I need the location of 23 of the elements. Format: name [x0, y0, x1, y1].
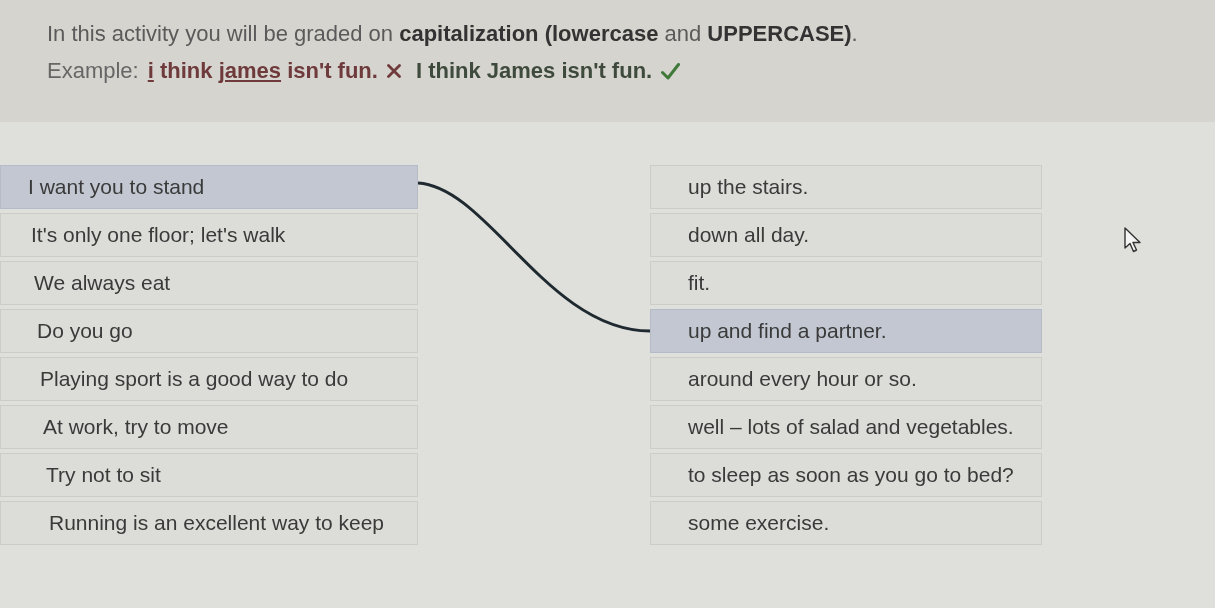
example-label: Example: [47, 58, 139, 84]
correct-example-sentence: I think James isn't fun. [415, 58, 653, 84]
left-match-item[interactable]: At work, try to move [0, 405, 418, 449]
right-match-item[interactable]: well – lots of salad and vegetables. [650, 405, 1042, 449]
right-match-item[interactable]: to sleep as soon as you go to bed? [650, 453, 1042, 497]
left-match-item[interactable]: Playing sport is a good way to do [0, 357, 418, 401]
cursor-icon [1124, 227, 1142, 253]
right-match-item[interactable]: around every hour or so. [650, 357, 1042, 401]
cross-icon [386, 64, 401, 78]
left-match-item[interactable]: It's only one floor; let's walk [0, 213, 418, 257]
wrong-example-sentence: i think james isn't fun. [147, 58, 378, 84]
left-match-item[interactable]: Try not to sit [0, 453, 418, 497]
right-match-item[interactable]: some exercise. [650, 501, 1042, 545]
right-match-item[interactable]: fit. [650, 261, 1042, 305]
left-match-item[interactable]: Running is an excellent way to keep [0, 501, 418, 545]
check-icon [661, 62, 681, 80]
left-match-item[interactable]: I want you to stand [0, 165, 418, 209]
right-match-item[interactable]: up the stairs. [650, 165, 1042, 209]
right-match-item[interactable]: up and find a partner. [650, 309, 1042, 353]
instruction-text: In this activity you will be graded on capitalization (lowercase and UPPERCASE). [47, 21, 858, 47]
left-match-item[interactable]: Do you go [0, 309, 418, 353]
left-match-item[interactable]: We always eat [0, 261, 418, 305]
right-match-item[interactable]: down all day. [650, 213, 1042, 257]
